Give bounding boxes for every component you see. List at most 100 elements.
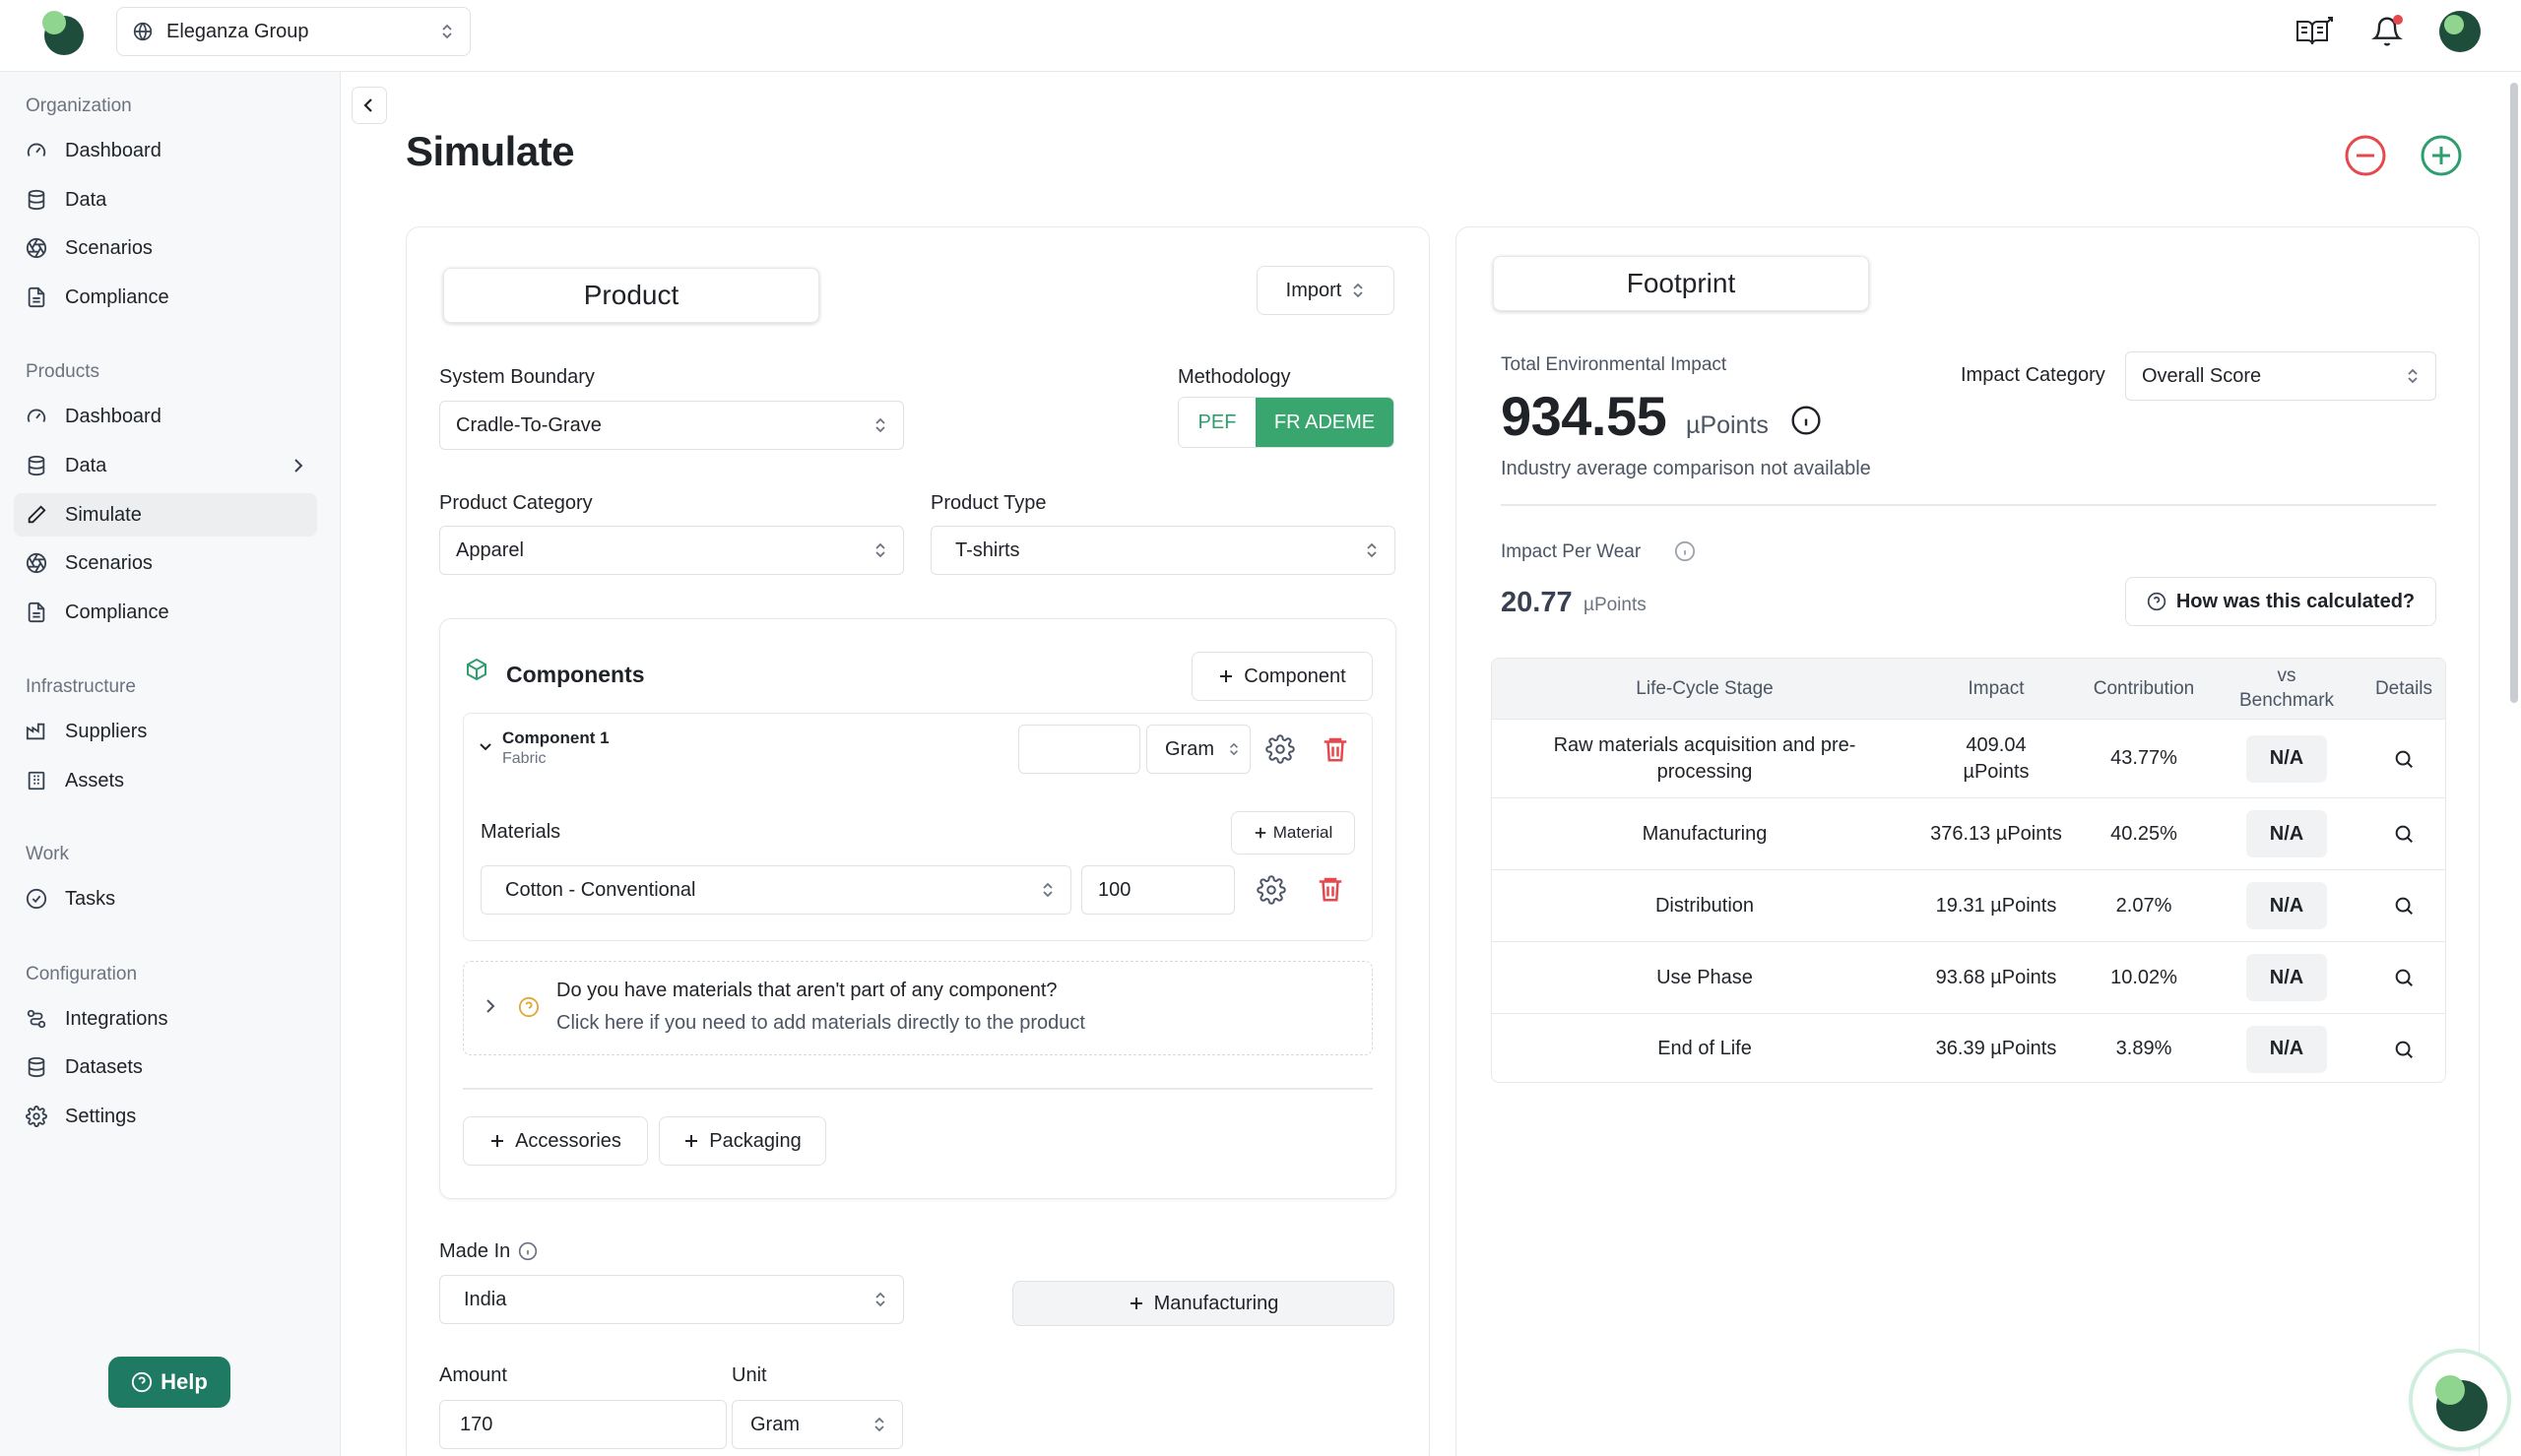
benchmark-badge[interactable]: N/A [2246, 810, 2327, 857]
sidebar-item-products-compliance[interactable]: Compliance [14, 591, 317, 634]
gauge-icon [26, 406, 47, 427]
impact-category-select[interactable]: Overall Score [2125, 351, 2436, 401]
table-row: Raw materials acquisition and pre-proces… [1492, 720, 2445, 798]
made-in-select[interactable]: India [439, 1275, 904, 1324]
material-settings-gear-icon[interactable] [1257, 875, 1286, 905]
product-category-select[interactable]: Apparel [439, 526, 904, 575]
material-amount-input[interactable]: 100 [1081, 865, 1235, 915]
unit-select[interactable]: Gram [732, 1400, 903, 1449]
benchmark-badge[interactable]: N/A [2246, 734, 2327, 783]
methodology-option-pef[interactable]: PEF [1179, 398, 1256, 447]
add-loose-materials-panel[interactable] [463, 961, 1373, 1055]
sidebar-item-label: Suppliers [65, 720, 148, 742]
question-circle-icon [2147, 592, 2166, 611]
details-search-icon[interactable] [2360, 1014, 2445, 1082]
add-accessories-button[interactable]: Accessories [463, 1116, 648, 1166]
info-icon[interactable] [1790, 405, 1822, 436]
sidebar-item-org-dashboard[interactable]: Dashboard [14, 129, 317, 172]
database-icon [26, 1056, 47, 1078]
methodology-option-fr-ademe[interactable]: FR ADEME [1256, 398, 1393, 447]
system-boundary-select[interactable]: Cradle-To-Grave [439, 401, 904, 450]
component-settings-gear-icon[interactable] [1265, 734, 1295, 764]
how-calculated-button[interactable]: How was this calculated? [2125, 577, 2436, 626]
material-select[interactable]: Cotton - Conventional [481, 865, 1071, 915]
sidebar-item-org-scenarios[interactable]: Scenarios [14, 226, 317, 270]
remove-simulation-button[interactable] [2344, 134, 2387, 177]
organization-select[interactable]: Eleganza Group [116, 7, 471, 56]
unit-value: Gram [750, 1413, 800, 1435]
plus-icon [1218, 668, 1234, 684]
sidebar-item-integrations[interactable]: Integrations [14, 997, 317, 1041]
component-delete-trash-icon[interactable] [1321, 733, 1350, 765]
details-search-icon[interactable] [2360, 942, 2445, 1013]
total-impact-unit: µPoints [1686, 411, 1769, 439]
benchmark-badge[interactable]: N/A [2246, 954, 2327, 1001]
user-avatar[interactable] [2438, 10, 2482, 53]
system-boundary-label: System Boundary [439, 366, 595, 388]
impact-per-wear-unit: µPoints [1584, 595, 1647, 615]
sidebar-item-products-simulate[interactable]: Simulate [14, 493, 317, 537]
database-icon [26, 455, 47, 476]
details-search-icon[interactable] [2360, 798, 2445, 869]
component-unit-select[interactable]: Gram [1146, 725, 1251, 774]
sidebar-item-settings[interactable]: Settings [14, 1095, 317, 1138]
column-header-stage: Life-Cycle Stage [1636, 677, 1774, 699]
app-logo[interactable] [37, 6, 89, 57]
chevron-left-icon [362, 96, 376, 114]
chevron-right-icon [291, 457, 305, 475]
benchmark-badge[interactable]: N/A [2246, 882, 2327, 929]
add-simulation-button[interactable] [2420, 134, 2463, 177]
sidebar: Organization Dashboard Data Scenarios Co… [0, 72, 341, 1456]
sidebar-item-label: Data [65, 188, 107, 211]
page-scrollbar[interactable] [2510, 83, 2518, 703]
building-icon [26, 770, 47, 791]
sidebar-item-datasets[interactable]: Datasets [14, 1045, 317, 1089]
chevron-down-icon[interactable] [479, 741, 492, 753]
import-button[interactable]: Import [1257, 266, 1394, 315]
sidebar-item-products-dashboard[interactable]: Dashboard [14, 395, 317, 438]
add-component-button[interactable]: Component [1192, 652, 1373, 701]
sidebar-item-org-compliance[interactable]: Compliance [14, 276, 317, 319]
lifecycle-table: Life-Cycle Stage Impact Contribution vs … [1491, 658, 2446, 1083]
sidebar-item-products-data[interactable]: Data [14, 444, 317, 487]
add-material-button[interactable]: Material [1231, 811, 1355, 855]
info-icon[interactable] [1674, 540, 1696, 562]
notification-bell-icon[interactable] [2365, 10, 2409, 53]
product-type-select[interactable]: T-shirts [931, 526, 1395, 575]
tab-product[interactable]: Product [443, 268, 819, 323]
column-header-contribution: Contribution [2093, 677, 2195, 699]
document-icon [26, 601, 47, 623]
made-in-value: India [464, 1288, 507, 1310]
sidebar-item-label: Tasks [65, 887, 116, 910]
add-manufacturing-button[interactable]: Manufacturing [1012, 1281, 1394, 1326]
stage-cell: End of Life [1657, 1038, 1752, 1059]
amount-input[interactable]: 170 [439, 1400, 727, 1449]
column-header-impact: Impact [1968, 677, 2025, 699]
impact-per-wear-value: 20.77 [1501, 587, 1573, 618]
sidebar-item-suppliers[interactable]: Suppliers [14, 710, 317, 753]
sidebar-item-org-data[interactable]: Data [14, 178, 317, 222]
details-search-icon[interactable] [2360, 870, 2445, 941]
details-search-icon[interactable] [2360, 720, 2445, 797]
add-material-label: Material [1272, 823, 1333, 842]
assistant-launcher-button[interactable] [2413, 1353, 2507, 1447]
component-weight-input[interactable] [1018, 725, 1140, 774]
sidebar-item-label: Compliance [65, 285, 169, 308]
tab-footprint[interactable]: Footprint [1493, 256, 1869, 311]
add-packaging-button[interactable]: Packaging [659, 1116, 826, 1166]
docs-book-icon[interactable] [2293, 10, 2336, 53]
notification-dot [2393, 15, 2403, 25]
sidebar-item-tasks[interactable]: Tasks [14, 877, 317, 920]
sidebar-item-assets[interactable]: Assets [14, 759, 317, 802]
benchmark-badge[interactable]: N/A [2246, 1025, 2327, 1073]
contribution-cell: 43.77% [2110, 747, 2177, 769]
sidebar-item-products-scenarios[interactable]: Scenarios [14, 541, 317, 585]
collapse-sidebar-button[interactable] [352, 87, 387, 124]
material-delete-trash-icon[interactable] [1316, 873, 1345, 905]
help-button[interactable]: Help [108, 1357, 230, 1408]
table-header: Life-Cycle Stage Impact Contribution vs … [1492, 659, 2445, 720]
manufacturing-label: Manufacturing [1153, 1292, 1279, 1314]
info-icon[interactable] [518, 1241, 538, 1261]
accessories-label: Accessories [515, 1129, 621, 1152]
product-type-label: Product Type [931, 492, 1047, 514]
